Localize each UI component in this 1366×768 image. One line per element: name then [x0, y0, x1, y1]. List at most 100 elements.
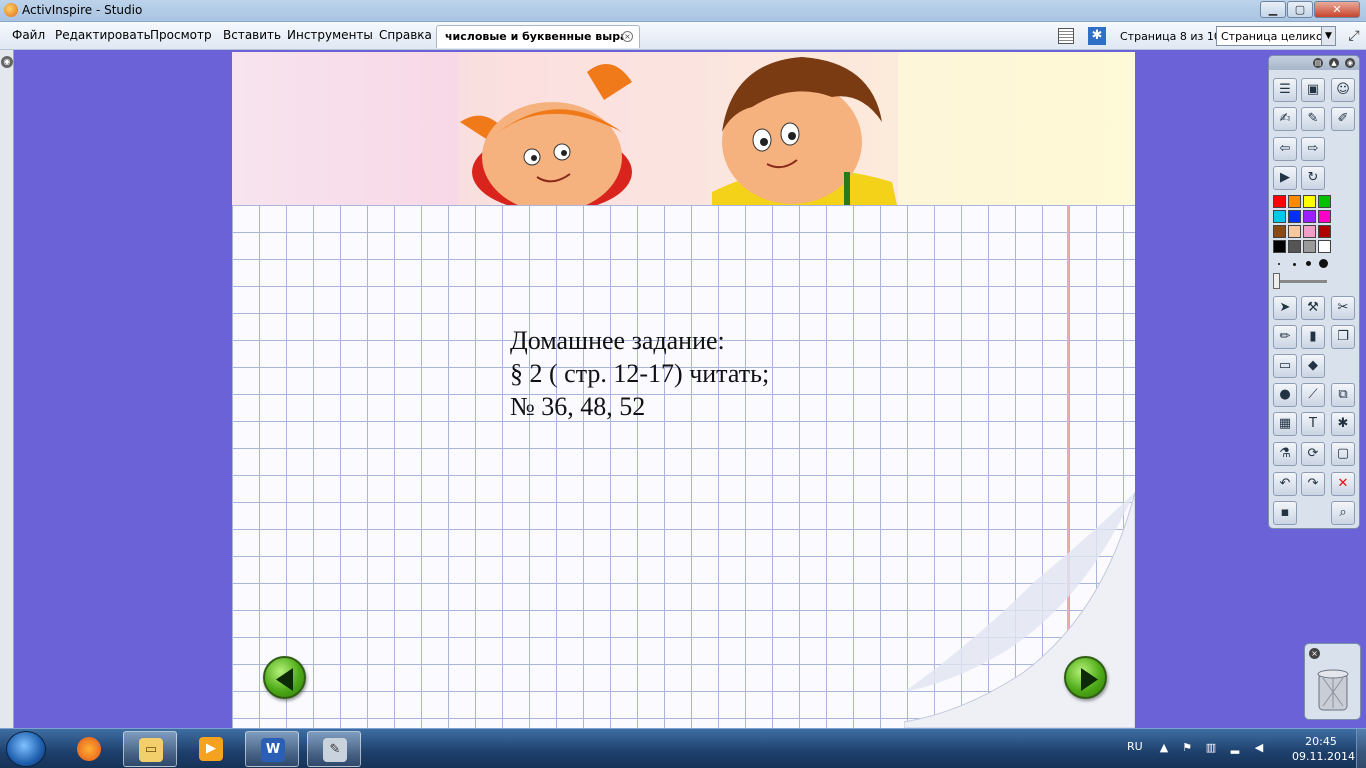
- taskbar-app-firefox[interactable]: [62, 731, 116, 767]
- tools-icon[interactable]: ✎: [1301, 107, 1325, 131]
- menu-edit[interactable]: Редактировать: [55, 28, 151, 42]
- pen-tools-icon[interactable]: ⚒: [1301, 296, 1325, 320]
- main-toolbox[interactable]: ▤ ▲ ◉ ☰ ▣ ☺ ✍ ✎ ✐ ⇦ ⇨ ▶ ↻ ➤ ⚒ ✂ ✏ ▮ ❐ ▭ …: [1268, 55, 1360, 529]
- connector-icon[interactable]: ⟋: [1301, 383, 1325, 407]
- toolbox-menu-icon[interactable]: ▤: [1313, 58, 1323, 68]
- toolbox-collapse-icon[interactable]: ▲: [1329, 58, 1339, 68]
- close-icon[interactable]: ×: [1309, 648, 1320, 659]
- volume-icon[interactable]: ◀: [1252, 741, 1266, 755]
- select-arrow-icon[interactable]: ➤: [1273, 296, 1297, 320]
- color-swatch[interactable]: [1273, 210, 1286, 223]
- toolbox-pin-icon[interactable]: ◉: [1345, 58, 1355, 68]
- document-tab[interactable]: числовые и буквенные выра ×: [436, 25, 640, 48]
- trash-bin-icon[interactable]: [1315, 666, 1351, 712]
- homework-text-box[interactable]: Домашнее задание: § 2 ( стр. 12-17) чита…: [510, 324, 769, 423]
- device-icon[interactable]: ▥: [1204, 741, 1218, 755]
- color-swatch[interactable]: [1273, 240, 1286, 253]
- pen-icon[interactable]: ✏: [1273, 325, 1297, 349]
- color-swatch[interactable]: [1273, 225, 1286, 238]
- maximize-button[interactable]: ▢: [1287, 1, 1313, 18]
- pen-edit-icon[interactable]: ✐: [1331, 107, 1355, 131]
- duplicate-icon[interactable]: ❐: [1331, 325, 1355, 349]
- color-swatch[interactable]: [1318, 210, 1331, 223]
- play-icon[interactable]: ▶: [1273, 166, 1297, 190]
- user-icon[interactable]: ☺: [1331, 78, 1355, 102]
- taskbar-app-word[interactable]: W: [245, 731, 299, 767]
- chevron-down-icon[interactable]: ▼: [1321, 27, 1335, 45]
- menu-insert[interactable]: Вставить: [223, 28, 281, 42]
- page-browser-icon[interactable]: [1058, 28, 1074, 44]
- main-menu-icon[interactable]: ☰: [1273, 78, 1297, 102]
- pen-width-slider[interactable]: [1275, 280, 1327, 283]
- menu-file[interactable]: Файл: [12, 28, 45, 42]
- redo-icon[interactable]: ↷: [1301, 472, 1325, 496]
- page-copy-icon[interactable]: ⧉: [1331, 383, 1355, 407]
- menu-help[interactable]: Справка: [379, 28, 432, 42]
- fullscreen-icon[interactable]: ⤢: [1346, 28, 1362, 44]
- page-search-icon[interactable]: ⌕: [1331, 501, 1355, 525]
- color-swatch[interactable]: [1318, 195, 1331, 208]
- taskbar-app-media-player[interactable]: ▶: [184, 731, 238, 767]
- pen-width-small[interactable]: [1293, 263, 1296, 266]
- flask-icon[interactable]: ⚗: [1273, 442, 1297, 466]
- color-swatch[interactable]: [1303, 210, 1316, 223]
- pen-width-slider-handle[interactable]: [1273, 273, 1280, 289]
- pen-width-tiny[interactable]: [1278, 263, 1280, 265]
- resource-browser-icon[interactable]: ▣: [1301, 78, 1325, 102]
- menu-view[interactable]: Просмотр: [150, 28, 212, 42]
- close-tab-icon[interactable]: ×: [622, 31, 633, 42]
- browser-sidebar-collapsed[interactable]: ◉: [0, 50, 14, 728]
- taskbar-app-explorer[interactable]: ▭: [123, 731, 177, 767]
- next-page-button[interactable]: [1064, 656, 1107, 699]
- highlighter-icon[interactable]: ▮: [1301, 325, 1325, 349]
- color-swatch[interactable]: [1288, 225, 1301, 238]
- start-button[interactable]: [6, 731, 46, 767]
- clip-gallery-icon[interactable]: ▦: [1273, 412, 1297, 436]
- delete-icon[interactable]: ✕: [1331, 472, 1355, 496]
- minimize-button[interactable]: ▁: [1260, 1, 1286, 18]
- color-swatch[interactable]: [1288, 210, 1301, 223]
- show-hidden-icons[interactable]: ▲: [1157, 741, 1171, 755]
- reset-page-icon[interactable]: ⟳: [1301, 442, 1325, 466]
- homework-reading: § 2 ( стр. 12-17) читать;: [510, 359, 770, 388]
- color-swatch[interactable]: [1303, 240, 1316, 253]
- save-icon[interactable]: ▪: [1273, 501, 1297, 525]
- flag-icon[interactable]: ⚑: [1180, 741, 1194, 755]
- previous-page-icon[interactable]: ⇦: [1273, 137, 1297, 161]
- trash-panel[interactable]: ×: [1304, 643, 1361, 720]
- pen-width-medium[interactable]: [1306, 261, 1311, 266]
- color-swatch[interactable]: [1303, 195, 1316, 208]
- undo-icon[interactable]: ↶: [1273, 472, 1297, 496]
- color-swatch[interactable]: [1288, 240, 1301, 253]
- pen-width-large[interactable]: [1319, 259, 1328, 268]
- signal-icon[interactable]: ▂: [1228, 741, 1242, 755]
- menu-tools[interactable]: Инструменты: [287, 28, 373, 42]
- language-indicator[interactable]: RU: [1127, 740, 1143, 753]
- clock[interactable]: 20:45 09.11.2014: [1292, 734, 1355, 764]
- toolbox-header[interactable]: ▤ ▲ ◉: [1269, 56, 1359, 70]
- desktop-annotate-icon[interactable]: ✍: [1273, 107, 1297, 131]
- color-swatch[interactable]: [1273, 195, 1286, 208]
- color-swatch[interactable]: [1318, 240, 1331, 253]
- color-swatch[interactable]: [1288, 195, 1301, 208]
- shape-icon[interactable]: ●: [1273, 383, 1297, 407]
- show-desktop-button[interactable]: [1356, 729, 1366, 768]
- zoom-select[interactable]: Страница целиком ▼: [1216, 26, 1336, 46]
- taskbar-app-activinspire[interactable]: ✎: [307, 731, 361, 767]
- snowflake-icon[interactable]: ✱: [1088, 27, 1106, 45]
- fill-bucket-icon[interactable]: ◆: [1301, 354, 1325, 378]
- snowflake-tool-icon[interactable]: ✱: [1331, 412, 1355, 436]
- scissors-icon[interactable]: ✂: [1331, 296, 1355, 320]
- close-button[interactable]: ✕: [1314, 1, 1360, 18]
- flipchart-page[interactable]: Домашнее задание: § 2 ( стр. 12-17) чита…: [232, 52, 1135, 728]
- arrow-left-icon: [276, 668, 293, 691]
- next-page-icon[interactable]: ⇨: [1301, 137, 1325, 161]
- text-tool-icon[interactable]: T: [1301, 412, 1325, 436]
- pin-icon[interactable]: ◉: [1, 56, 13, 68]
- color-swatch[interactable]: [1303, 225, 1316, 238]
- color-swatch[interactable]: [1318, 225, 1331, 238]
- clear-icon[interactable]: ▢: [1331, 442, 1355, 466]
- eraser-icon[interactable]: ▭: [1273, 354, 1297, 378]
- refresh-icon[interactable]: ↻: [1301, 166, 1325, 190]
- previous-page-button[interactable]: [263, 656, 306, 699]
